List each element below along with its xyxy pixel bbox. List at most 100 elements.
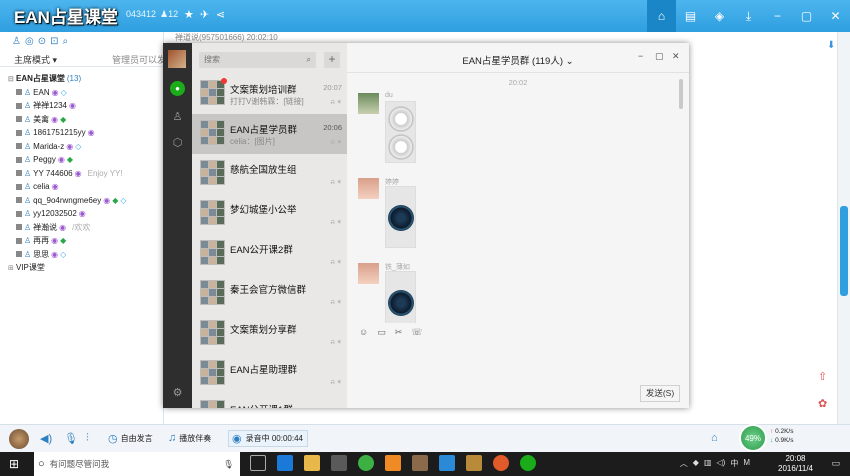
mic-icon[interactable]: 🎙 [223, 459, 234, 470]
member-item[interactable]: ♙ 再再 ◉ ◆ [8, 234, 166, 248]
search-input[interactable]: 搜索 ⌕ [199, 52, 316, 68]
maximize-icon[interactable]: ▢ [655, 51, 664, 62]
chat-list-item[interactable]: EAN占星学员群 celia：[图片] 20:06 ⍾ ✶ [192, 114, 347, 154]
member-item[interactable]: ♙ 禅瀚说 ◉ /欢欢 [8, 221, 166, 235]
edge-icon[interactable] [277, 455, 293, 471]
phone-icon[interactable]: ☏ [411, 327, 422, 338]
speaker-icon[interactable]: ◀) [40, 432, 52, 445]
ime-label[interactable]: 中 [730, 458, 738, 469]
globe-icon[interactable]: ◎ [25, 36, 34, 47]
wechat-app-icon[interactable] [520, 455, 536, 471]
user-avatar[interactable] [9, 429, 29, 449]
search-icon[interactable]: ⌕ [62, 36, 68, 47]
expand-icon[interactable]: ⊞ [8, 264, 16, 272]
volume-icon[interactable]: ◁) [717, 458, 726, 469]
member-item[interactable]: ♙ YY 744606 ◉ Enjoy YY! [8, 167, 166, 181]
tray-app-icon[interactable]: ◆ [693, 458, 699, 469]
scissors-icon[interactable]: ✂ [395, 327, 403, 338]
settings-icon[interactable]: ⚙ [170, 385, 185, 400]
subchannel-item[interactable]: ⊞ VIP课堂 [8, 261, 166, 275]
chat-list-item[interactable]: EAN占星助理群 ⍾ ✶ [192, 354, 347, 394]
sender-avatar[interactable] [358, 178, 379, 199]
location-icon[interactable]: ⊙ [38, 36, 46, 47]
channel-root[interactable]: ⊟ EAN占星课堂 (13) [8, 72, 166, 86]
up-icon[interactable]: ⇧ [818, 370, 827, 383]
chat-list-item[interactable]: EAN公开课1群⍾ ✶ [192, 394, 347, 408]
app-green-icon[interactable] [358, 455, 374, 471]
member-item[interactable]: ♙ Peggy ◉ ◆ [8, 153, 166, 167]
mic-icon[interactable]: 🎙 [64, 432, 78, 445]
member-item[interactable]: ♙ Marida-z ◉ ◇ [8, 140, 166, 154]
my-avatar[interactable] [168, 50, 186, 68]
scrollbar-thumb[interactable] [840, 206, 848, 296]
recording-indicator[interactable]: ◉ 录音中 00:00:44 [228, 430, 308, 447]
share-icon[interactable]: ⋖ [216, 8, 225, 21]
member-item[interactable]: ♙ 禅禅1234 ◉ [8, 99, 166, 113]
equalizer-icon[interactable]: ⫶ [86, 432, 89, 445]
people-icon[interactable]: ♙ [12, 36, 21, 47]
sender-avatar[interactable] [358, 263, 379, 284]
game-icon[interactable]: ◈ [705, 0, 734, 32]
member-item[interactable]: ♙ 思思 ◉ ◇ [8, 248, 166, 262]
app-orange-icon[interactable] [385, 455, 401, 471]
sender-avatar[interactable] [358, 93, 379, 114]
member-item[interactable]: ♙ qq_9o4rwngme6ey ◉ ◆ ◇ [8, 194, 166, 208]
minimize-icon[interactable]: − [763, 0, 792, 32]
start-icon[interactable]: ⊞ [9, 457, 19, 471]
flower-icon[interactable]: ✿ [818, 397, 827, 410]
yy-app-icon[interactable] [493, 455, 509, 471]
message-scrollbar[interactable] [679, 79, 683, 109]
member-item[interactable]: ♙ 1861751215yy ◉ [8, 126, 166, 140]
cortana-search[interactable]: ○ 有问题尽管问我 🎙 [34, 452, 240, 476]
restore-icon[interactable]: ▢ [792, 0, 821, 32]
member-item[interactable]: ♙ celia ◉ [8, 180, 166, 194]
message-image[interactable] [385, 271, 416, 323]
member-item[interactable]: ♙ 美禽 ◉ ◆ [8, 113, 166, 127]
star-icon[interactable]: ★ [184, 8, 194, 21]
plane-icon[interactable]: ✈ [200, 8, 209, 21]
chat-list-item[interactable]: EAN公开课2群 ⍾ ✶ [192, 234, 347, 274]
minimize-icon[interactable]: − [638, 51, 643, 61]
explorer-icon[interactable] [304, 455, 320, 471]
chat-list-item[interactable]: 梦幻城堡小公举 ⍾ ✶ [192, 194, 347, 234]
yy-scrollbar[interactable] [837, 32, 850, 424]
chat-list-item[interactable]: 秦王会官方微信群 ⍾ ✶ [192, 274, 347, 314]
chat-icon[interactable]: ● [170, 81, 185, 96]
ime-mode[interactable]: M [743, 458, 750, 469]
chat-list-item[interactable]: 文案策划分享群 ⍾ ✶ [192, 314, 347, 354]
favorites-icon[interactable]: ⬡ [170, 135, 185, 150]
tray-expand-icon[interactable]: ︿ [680, 458, 688, 469]
app-cat-icon[interactable] [466, 455, 482, 471]
chat-list-item[interactable]: 文案策划培训群 打打V谢韩霖：[链接] 20:07 ⍾ ✶ [192, 74, 347, 114]
network-gauge[interactable]: 49% [739, 424, 767, 452]
gift-icon[interactable]: ⌂ [711, 432, 718, 444]
message-image[interactable] [385, 101, 416, 163]
send-button[interactable]: 发送(S) [640, 385, 680, 402]
clock[interactable]: 20:08 2016/11/4 [778, 454, 813, 474]
store-icon[interactable] [331, 455, 347, 471]
expand-icon[interactable]: ⊟ [8, 75, 16, 83]
add-chat-button[interactable]: + [324, 52, 340, 68]
play-music-button[interactable]: ♫ 播放伴奏 [168, 432, 211, 444]
member-item[interactable]: ♙ yy12032502 ◉ [8, 207, 166, 221]
chat-list-item[interactable]: 慈航全国放生组 ⍾ ✶ [192, 154, 347, 194]
member-item[interactable]: ♙ EAN ◉ ◇ [8, 86, 166, 100]
task-view-icon[interactable] [250, 455, 266, 471]
app-blue-icon[interactable] [439, 455, 455, 471]
home-icon[interactable]: ⌂ [647, 0, 676, 32]
download-arrow-icon[interactable]: ⬇ [827, 40, 835, 51]
emoji-icon[interactable]: ☺ [359, 327, 368, 338]
mode-select[interactable]: 主席模式 ▾ [14, 53, 57, 66]
close-icon[interactable]: ✕ [672, 51, 680, 62]
download-icon[interactable]: ⤓ [734, 0, 763, 32]
network-icon[interactable]: ▥ [704, 458, 712, 469]
message-image[interactable] [385, 186, 416, 248]
free-speak-button[interactable]: ◷ 自由发言 [108, 432, 153, 445]
contacts-icon[interactable]: ♙ [170, 109, 185, 124]
notification-icon[interactable]: ▭ [831, 458, 840, 469]
folder-icon[interactable]: ▭ [377, 327, 386, 338]
app-photo-icon[interactable] [412, 455, 428, 471]
close-icon[interactable]: ✕ [821, 0, 850, 32]
card-icon[interactable]: ▤ [676, 0, 705, 32]
edit-icon[interactable]: ⊡ [50, 36, 58, 47]
